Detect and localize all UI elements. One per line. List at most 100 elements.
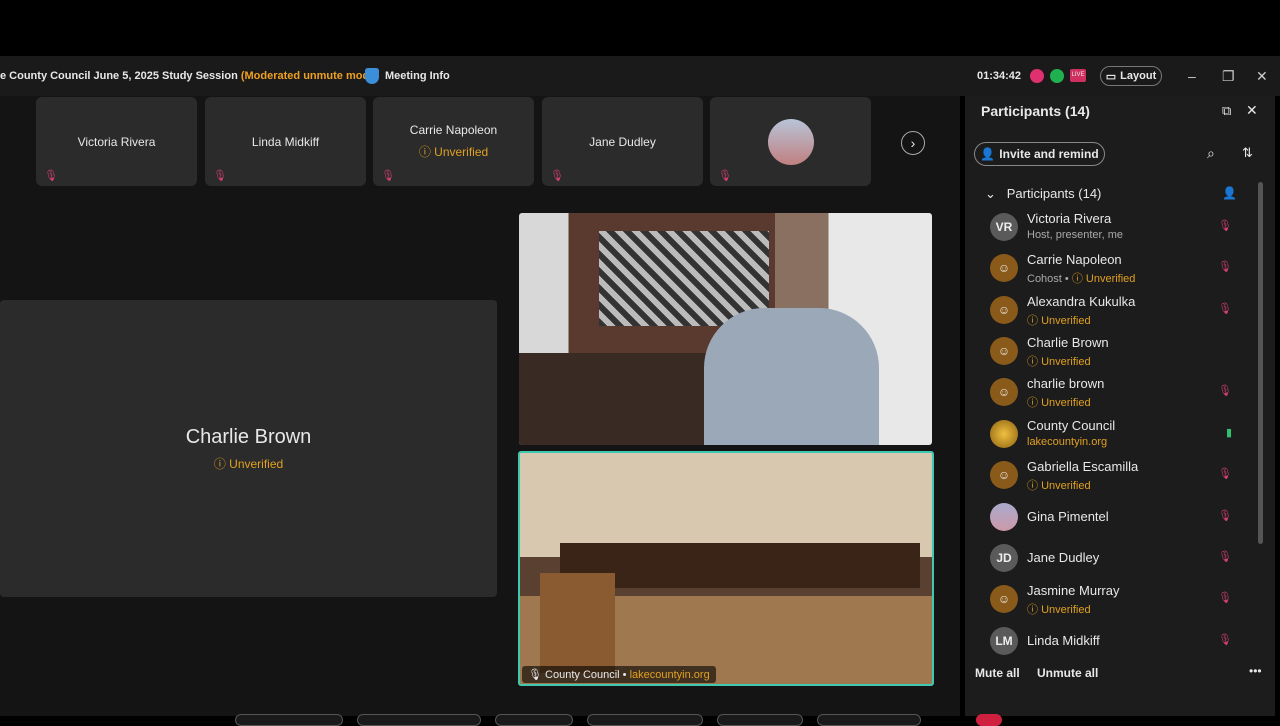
search-icon[interactable]: ⌕ <box>1207 145 1215 162</box>
thumb-tile-photo[interactable]: 🎙 <box>710 97 871 186</box>
person-icon: 👤 <box>980 147 996 161</box>
thumb-name: Linda Midkiff <box>251 134 320 149</box>
participant-name: Charlie Brown <box>1027 335 1109 350</box>
participant-role: Host, presenter, me <box>1027 229 1123 241</box>
thumb-name: Carrie Napoleon <box>409 123 498 137</box>
timer: 01:34:42 <box>977 70 1022 82</box>
live-badge[interactable]: LIVE <box>1070 69 1086 82</box>
video-feed <box>519 213 932 445</box>
avatar <box>990 503 1018 531</box>
unverified-label: ⓘ Unverified <box>213 456 284 471</box>
mic-off-icon[interactable]: 🎙 <box>1218 550 1232 563</box>
leave-button[interactable] <box>976 714 1002 726</box>
sort-icon[interactable]: ⇅ <box>1242 145 1253 161</box>
mute-all-button[interactable]: Mute all <box>975 666 1020 680</box>
mic-off-icon: 🎙 <box>550 170 564 182</box>
mic-off-icon[interactable]: 🎙 <box>1218 384 1232 397</box>
toolbar-button[interactable] <box>717 714 803 726</box>
mic-off-icon[interactable]: 🎙 <box>1218 302 1232 315</box>
mic-off-icon[interactable]: 🎙 <box>1218 633 1232 646</box>
participant-row[interactable]: JD Jane Dudley 🎙 <box>990 538 1240 578</box>
mic-on-icon[interactable]: ▮ <box>1226 426 1232 439</box>
record-icon[interactable] <box>1030 69 1044 83</box>
participant-row[interactable]: Gina Pimentel 🎙 <box>990 497 1240 537</box>
panel-title: Participants (14) <box>981 103 1090 119</box>
invite-button[interactable]: 👤 Invite and remind <box>974 142 1105 166</box>
next-page-button[interactable]: › <box>901 131 925 155</box>
thumb-name: Jane Dudley <box>589 134 656 149</box>
unmute-all-button[interactable]: Unmute all <box>1037 666 1098 680</box>
participant-name: Victoria Rivera <box>1027 211 1112 226</box>
close-panel-icon[interactable]: ✕ <box>1246 102 1258 119</box>
avatar: JD <box>990 544 1018 572</box>
invite-label: Invite and remind <box>999 147 1099 161</box>
avatar: ☺ <box>990 585 1018 613</box>
avatar: ☺ <box>990 296 1018 324</box>
mic-off-icon[interactable]: 🎙 <box>1218 260 1232 273</box>
popout-icon[interactable]: ⧉ <box>1222 103 1231 119</box>
unverified-label: ⓘ Unverified <box>1027 604 1091 616</box>
toolbar-button[interactable] <box>587 714 703 726</box>
mic-off-icon: 🎙 <box>718 170 732 182</box>
signal-icon[interactable] <box>1050 69 1064 83</box>
unverified-label: ⓘ Unverified <box>418 145 489 159</box>
mic-off-icon: 🎙 <box>213 170 227 182</box>
mic-off-icon[interactable]: 🎙 <box>1218 467 1232 480</box>
meeting-title: e County Council June 5, 2025 Study Sess… <box>0 70 379 82</box>
avatar: VR <box>990 213 1018 241</box>
meeting-info-label: Meeting Info <box>385 70 450 82</box>
avatar: ☺ <box>990 461 1018 489</box>
shield-icon <box>365 68 379 84</box>
minimize-icon[interactable]: – <box>1188 68 1196 84</box>
thumb-name: Victoria Rivera <box>77 134 156 149</box>
mic-off-icon[interactable]: 🎙 <box>1218 509 1232 522</box>
podium <box>540 573 615 673</box>
participant-row[interactable]: ☺ Jasmine Murray ⓘ Unverified 🎙 <box>990 579 1240 619</box>
avatar: ☺ <box>990 337 1018 365</box>
participant-row[interactable]: LM Linda Midkiff 🎙 <box>990 621 1240 661</box>
host-icon: 👤 <box>1222 186 1237 200</box>
mic-off-icon: 🎙 <box>381 170 395 182</box>
meeting-info-button[interactable]: Meeting Info <box>365 68 450 84</box>
participant-row[interactable]: ☺ Charlie Brown ⓘ Unverified <box>990 331 1240 371</box>
mic-off-icon[interactable]: 🎙 <box>1218 591 1232 604</box>
thumb-tile[interactable]: Victoria Rivera 🎙 <box>36 97 197 186</box>
participant-name: Carrie Napoleon <box>1027 252 1122 267</box>
participant-name: Gina Pimentel <box>1027 509 1109 524</box>
scrollbar[interactable] <box>1258 182 1263 544</box>
participant-row[interactable]: VR Victoria Rivera Host, presenter, me 🎙 <box>990 207 1240 247</box>
layout-label: Layout <box>1120 70 1157 82</box>
thumb-tile[interactable]: Linda Midkiff 🎙 <box>205 97 366 186</box>
more-options-icon[interactable]: ••• <box>1249 664 1262 678</box>
stage-tile: Charlie Brown ⓘ Unverified <box>0 300 497 597</box>
participant-name: Jane Dudley <box>1027 550 1100 565</box>
thumb-tile[interactable]: Carrie Napoleon ⓘ Unverified 🎙 <box>373 97 534 186</box>
toolbar-button[interactable] <box>495 714 573 726</box>
layout-icon: ▭ <box>1105 70 1117 83</box>
participant-row[interactable]: ☺ Gabriella Escamilla ⓘ Unverified 🎙 <box>990 455 1240 495</box>
participant-row[interactable]: ☺ charlie brown ⓘ Unverified 🎙 <box>990 372 1240 412</box>
mic-off-icon[interactable]: 🎙 <box>1218 219 1232 232</box>
participant-name: County Council <box>1027 418 1116 433</box>
participant-name: Gabriella Escamilla <box>1027 459 1139 474</box>
restore-icon[interactable]: ❐ <box>1222 68 1235 85</box>
participant-role: Cohost • ⓘ Unverified <box>1027 273 1136 285</box>
participant-name: Linda Midkiff <box>1027 633 1100 648</box>
participant-row[interactable]: ☺ Alexandra Kukulka ⓘ Unverified 🎙 <box>990 290 1240 330</box>
participant-name: Alexandra Kukulka <box>1027 294 1136 309</box>
toolbar-button[interactable] <box>235 714 343 726</box>
participant-name: charlie brown <box>1027 376 1105 391</box>
toolbar-button[interactable] <box>357 714 481 726</box>
thumb-tile[interactable]: Jane Dudley 🎙 <box>542 97 703 186</box>
layout-button[interactable]: ▭ Layout <box>1100 66 1162 86</box>
stage-name: Charlie Brown <box>185 425 312 448</box>
toolbar-button[interactable] <box>817 714 921 726</box>
avatar <box>767 118 814 165</box>
close-window-icon[interactable]: ✕ <box>1256 68 1268 85</box>
avatar: ☺ <box>990 378 1018 406</box>
participant-row[interactable]: ☺ Carrie Napoleon Cohost • ⓘ Unverified 🎙 <box>990 248 1240 288</box>
participant-row[interactable]: County Council lakecountyin.org ▮ <box>990 414 1240 454</box>
participants-group-toggle[interactable]: ⌄ Participants (14) <box>985 186 1101 202</box>
avatar <box>990 420 1018 448</box>
participant-org: lakecountyin.org <box>1027 436 1108 448</box>
